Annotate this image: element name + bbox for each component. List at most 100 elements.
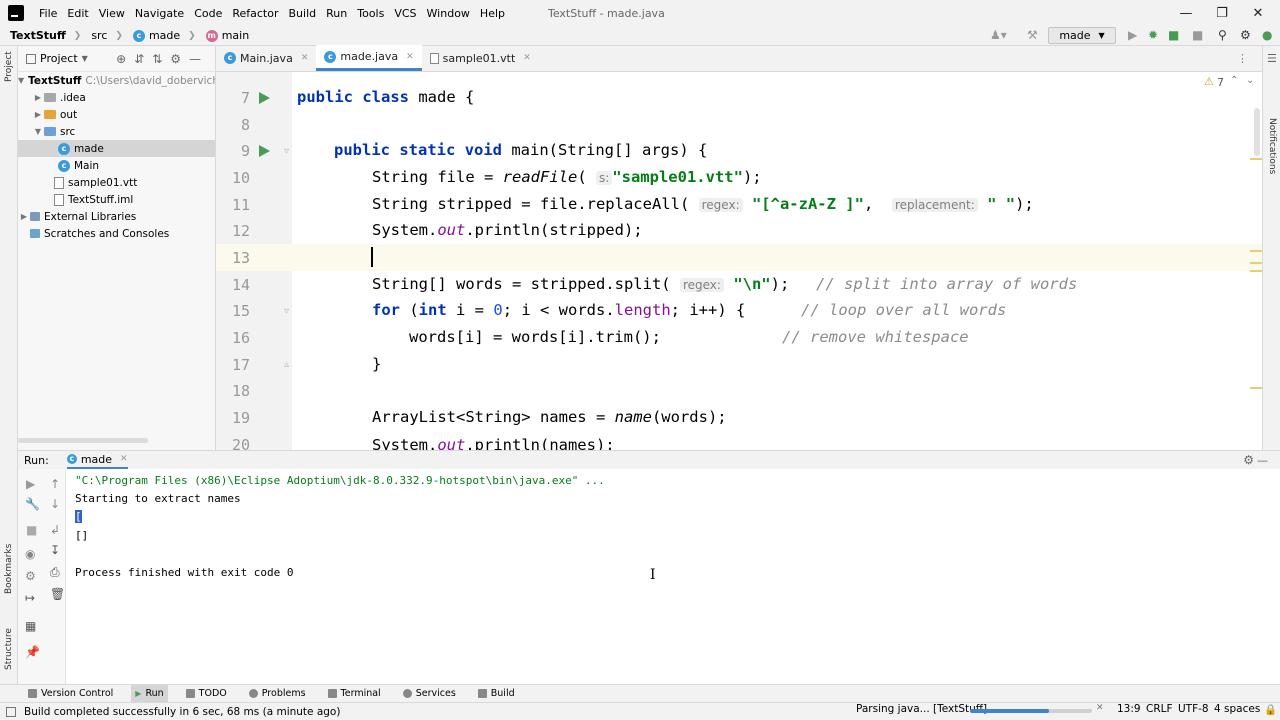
breadcrumb-class[interactable]: c made ❯	[132, 29, 196, 42]
fold-icon[interactable]: ▵	[284, 359, 289, 370]
breadcrumb-project[interactable]: TextStuff ❯	[10, 29, 81, 42]
close-tab-icon[interactable]: ✕	[301, 53, 309, 63]
settings-icon[interactable]: ⚙	[25, 569, 36, 583]
tree-item-idea[interactable]: ▶ .idea	[18, 89, 215, 106]
run-configuration-select[interactable]: made ▼	[1048, 27, 1116, 44]
menu-refactor[interactable]: Refactor	[232, 7, 278, 20]
camera-icon[interactable]: ◉	[25, 547, 35, 561]
tree-item-sample[interactable]: sample01.vtt	[18, 174, 215, 191]
gear-icon[interactable]: ⚙	[1243, 453, 1254, 467]
close-tab-icon[interactable]: ✕	[120, 454, 128, 464]
file-encoding[interactable]: UTF-8	[1178, 703, 1209, 715]
status-message[interactable]: Build completed successfully in 6 sec, 6…	[24, 706, 340, 718]
indent-setting[interactable]: 4 spaces	[1214, 703, 1260, 715]
pin-icon[interactable]: 📌	[25, 645, 40, 659]
caret-position[interactable]: 13:9	[1117, 703, 1141, 715]
tab-made-java[interactable]: c made.java ✕	[316, 45, 422, 71]
coverage-icon[interactable]: ■	[1168, 28, 1179, 42]
tree-item-iml[interactable]: TextStuff.iml	[18, 191, 215, 208]
breadcrumb-method[interactable]: m main	[205, 29, 249, 42]
close-tab-icon[interactable]: ✕	[406, 52, 414, 62]
run-icon[interactable]: ▶	[1128, 28, 1137, 42]
structure-tool-label[interactable]: Structure	[4, 628, 14, 670]
tool-services[interactable]: Services	[399, 685, 460, 703]
tool-build[interactable]: Build	[474, 685, 519, 703]
hide-panel-icon[interactable]: —	[1257, 454, 1268, 467]
maximize-button[interactable]: ❐	[1204, 0, 1240, 26]
tree-item-main[interactable]: c Main	[18, 157, 215, 174]
project-tool-label[interactable]: Project	[4, 51, 14, 82]
status-toggle-icon[interactable]	[6, 706, 16, 717]
run-class-icon[interactable]	[259, 92, 270, 104]
user-icon[interactable]: ♟▾	[990, 28, 1007, 42]
horizontal-scrollbar[interactable]	[18, 438, 148, 443]
fold-icon[interactable]: ▿	[284, 306, 289, 317]
login-icon[interactable]: ↦	[25, 591, 35, 605]
tree-item-src[interactable]: ▼ src	[18, 123, 215, 140]
down-arrow-icon[interactable]: ↓	[50, 497, 60, 511]
hammer-icon[interactable]: ⚒	[1027, 28, 1038, 42]
menu-build[interactable]: Build	[289, 7, 317, 20]
tree-item-scratches[interactable]: Scratches and Consoles	[18, 225, 215, 242]
chevron-down-icon[interactable]: ⌄	[1246, 75, 1254, 86]
error-stripe-mark[interactable]	[1250, 158, 1262, 160]
tree-item-out[interactable]: ▶ out	[18, 106, 215, 123]
breadcrumb-src[interactable]: src ❯	[91, 29, 123, 42]
chevron-up-icon[interactable]: ⌃	[1230, 75, 1238, 86]
notifications-tool-label[interactable]: Notifications	[1267, 118, 1277, 174]
tool-problems[interactable]: Problems	[245, 685, 310, 703]
inspection-count[interactable]: 7	[1217, 76, 1224, 89]
run-main-icon[interactable]	[259, 145, 270, 157]
menu-help[interactable]: Help	[480, 7, 505, 20]
menu-code[interactable]: Code	[194, 7, 222, 20]
chevron-down-icon[interactable]: ▼	[82, 54, 88, 63]
menu-edit[interactable]: Edit	[67, 7, 88, 20]
editor-scrollbar[interactable]	[1254, 108, 1260, 156]
tool-todo[interactable]: TODO	[182, 685, 231, 703]
tab-main-java[interactable]: c Main.java ✕	[216, 45, 316, 71]
up-arrow-icon[interactable]: ↑	[50, 477, 60, 491]
line-separator[interactable]: CRLF	[1146, 703, 1173, 715]
run-tab-made[interactable]: c made ✕	[66, 451, 128, 469]
warning-icon[interactable]: ⚠	[1204, 75, 1214, 88]
scroll-to-end-icon[interactable]: ↧	[50, 543, 60, 557]
menu-file[interactable]: File	[39, 7, 57, 20]
error-stripe-mark[interactable]	[1250, 387, 1262, 389]
tool-terminal[interactable]: Terminal	[324, 685, 385, 703]
menu-navigate[interactable]: Navigate	[135, 7, 184, 20]
notifications-icon[interactable]: ☰	[1267, 52, 1277, 65]
background-task[interactable]: Parsing java... [TextStuff]	[856, 703, 987, 715]
tool-version-control[interactable]: Version Control	[24, 685, 117, 703]
menu-vcs[interactable]: VCS	[394, 7, 416, 20]
project-view-select[interactable]: Project	[40, 52, 78, 65]
menu-tools[interactable]: Tools	[357, 7, 384, 20]
fold-icon[interactable]: ▿	[284, 146, 289, 157]
tab-sample-vtt[interactable]: sample01.vtt ✕	[422, 45, 539, 71]
cancel-task-icon[interactable]: ✕	[1096, 703, 1104, 713]
error-stripe-mark[interactable]	[1250, 262, 1262, 264]
lock-icon[interactable]: 🔒	[1264, 703, 1277, 716]
console-output-selected[interactable]: [	[75, 510, 82, 523]
close-tab-icon[interactable]: ✕	[523, 53, 531, 63]
gear-icon[interactable]: ⚙	[1240, 28, 1251, 42]
panel-tools-icons[interactable]: ⊕⇵⇅⚙—	[116, 52, 209, 66]
menu-view[interactable]: View	[99, 7, 125, 20]
error-stripe-mark[interactable]	[1250, 250, 1262, 252]
wrench-icon[interactable]: 🔧	[25, 497, 40, 511]
bookmarks-tool-label[interactable]: Bookmarks	[4, 544, 14, 594]
tree-item-made[interactable]: c made	[18, 140, 215, 157]
print-icon[interactable]: ⎙	[50, 565, 60, 580]
layout-icon[interactable]: ▦	[25, 619, 36, 633]
search-icon[interactable]: ⚲	[1218, 28, 1227, 42]
menu-run[interactable]: Run	[326, 7, 347, 20]
debug-icon[interactable]: ✹	[1148, 28, 1158, 42]
soft-wrap-icon[interactable]: ↲	[50, 523, 60, 537]
tree-item-external-libraries[interactable]: ▶ External Libraries	[18, 208, 215, 225]
tree-item-root[interactable]: ▼ TextStuff C:\Users\david_dobervich	[18, 72, 215, 89]
rerun-icon[interactable]: ▶	[26, 477, 35, 491]
stop-icon[interactable]: ■	[1192, 28, 1203, 42]
minimize-button[interactable]: —	[1168, 0, 1204, 26]
tab-actions-icon[interactable]: ⋮	[1237, 52, 1248, 65]
stop-icon[interactable]: ■	[26, 523, 37, 537]
close-window-button[interactable]: ✕	[1240, 0, 1276, 26]
